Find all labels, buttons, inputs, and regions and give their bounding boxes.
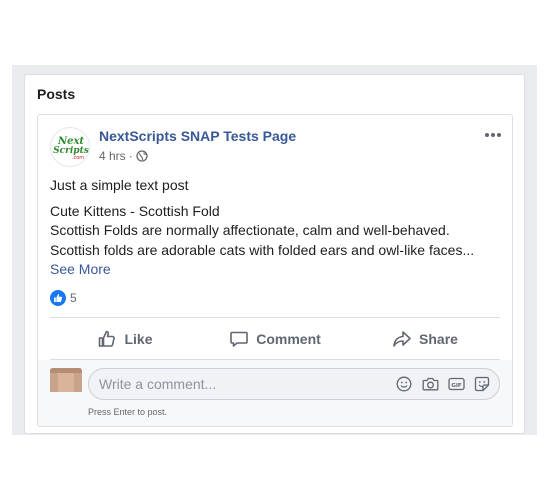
globe-icon	[136, 150, 148, 162]
section-title: Posts	[37, 86, 76, 102]
share-button[interactable]: Share	[350, 318, 500, 359]
share-label: Share	[419, 330, 458, 347]
nextscripts-logo: Next Scripts .com	[51, 128, 89, 166]
post-text-line: Scottish Folds are normally affectionate…	[50, 222, 450, 238]
svg-text:GIF: GIF	[451, 383, 462, 389]
comment-button[interactable]: Comment	[200, 318, 350, 359]
see-more-link[interactable]: See More	[50, 261, 111, 277]
emoji-icon[interactable]	[395, 375, 413, 393]
comment-tools: GIF	[395, 375, 491, 393]
user-avatar[interactable]	[50, 368, 82, 392]
post-card: Next Scripts .com NextScripts SNAP Tests…	[37, 114, 513, 427]
camera-icon[interactable]	[421, 375, 439, 393]
comment-icon	[230, 331, 249, 347]
post-meta: 4 hrs ·	[99, 149, 148, 163]
more-options-icon[interactable]	[483, 125, 503, 145]
post-text-line: Scottish folds are adorable cats with fo…	[50, 242, 475, 258]
comment-label: Comment	[256, 330, 321, 347]
post-time[interactable]: 4 hrs	[99, 149, 126, 163]
post-text-line: Cute Kittens - Scottish Fold	[50, 203, 220, 219]
comment-input[interactable]	[99, 369, 379, 399]
reaction-summary[interactable]: 5	[50, 290, 77, 306]
gif-icon[interactable]: GIF	[447, 375, 465, 393]
like-reaction-icon	[50, 290, 66, 306]
comment-box: GIF	[88, 368, 500, 400]
post-actions: Like Comment Share	[50, 318, 500, 359]
reaction-count: 5	[70, 291, 77, 305]
comment-hint: Press Enter to post.	[88, 407, 168, 417]
svg-text:.com: .com	[72, 155, 84, 161]
posts-card: Posts Next Scripts .com NextScripts SNAP…	[24, 74, 525, 434]
like-icon	[99, 330, 116, 347]
share-icon	[393, 330, 411, 347]
comment-section: GIF Press Enter to post.	[38, 360, 512, 426]
meta-separator: ·	[128, 149, 133, 163]
like-label: Like	[124, 330, 153, 347]
page-name-link[interactable]: NextScripts SNAP Tests Page	[99, 128, 296, 144]
like-button[interactable]: Like	[50, 318, 200, 359]
post-text-line: Just a simple text post	[50, 177, 189, 193]
sticker-icon[interactable]	[473, 375, 491, 393]
page-avatar[interactable]: Next Scripts .com	[50, 127, 90, 167]
